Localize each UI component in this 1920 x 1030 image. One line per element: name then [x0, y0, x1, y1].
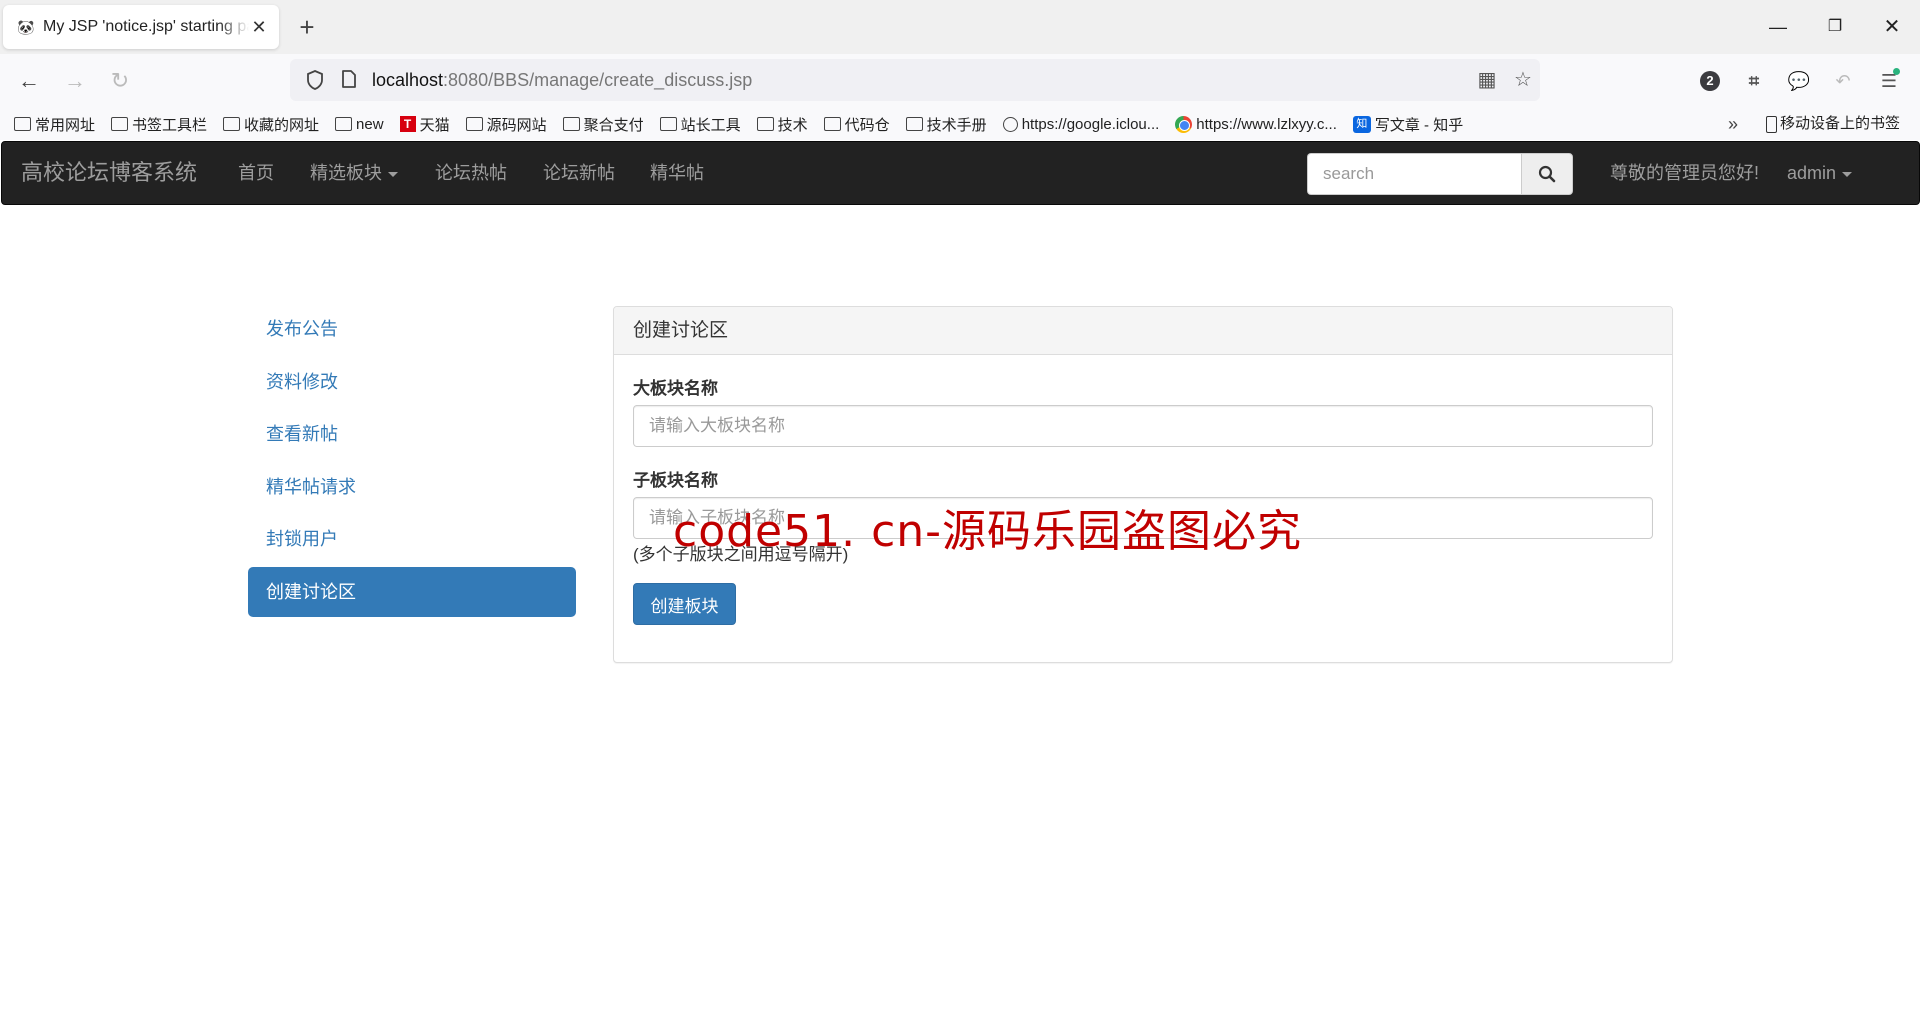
bookmark-item[interactable]: 聚合支付 [562, 114, 644, 135]
folder-icon [111, 117, 129, 131]
sidebar-item-publish-notice[interactable]: 发布公告 [248, 304, 576, 354]
create-discussion-panel: 创建讨论区 大板块名称 子板块名称 (多个子版块之间用逗号隔开) 创建板块 [613, 306, 1673, 663]
forward-icon[interactable]: → [60, 66, 90, 96]
globe-icon [1002, 116, 1018, 132]
folder-icon [465, 117, 483, 131]
tab-title: My JSP 'notice.jsp' starting page [43, 18, 249, 35]
close-tab-icon[interactable]: ✕ [249, 17, 269, 38]
subboard-name-input[interactable] [633, 497, 1653, 539]
undo-icon[interactable]: ↶ [1830, 68, 1856, 94]
bookmark-item[interactable]: 源码网站 [465, 114, 547, 135]
bookmark-item[interactable]: 收藏的网址 [223, 114, 319, 135]
sidebar-item-create-discussion[interactable]: 创建讨论区 [248, 566, 576, 617]
folder-icon [905, 117, 923, 131]
tmall-icon: T [399, 116, 416, 132]
site-navbar: 高校论坛博客系统 首页 精选板块 论坛热帖 论坛新帖 精华帖 尊敬的管理员您好!… [1, 141, 1920, 205]
folder-icon [335, 117, 353, 131]
folder-icon [14, 117, 31, 131]
bookmark-star-icon[interactable]: ☆ [1512, 69, 1534, 91]
mobile-bookmarks[interactable]: 移动设备上的书签 [1766, 108, 1900, 140]
nav-home[interactable]: 首页 [238, 142, 274, 204]
url-text[interactable]: localhost:8080/BBS/manage/create_discuss… [372, 70, 752, 91]
sidebar-item-edit-profile[interactable]: 资料修改 [248, 357, 576, 407]
admin-sidebar: 发布公告 资料修改 查看新帖 精华帖请求 封锁用户 创建讨论区 [248, 304, 576, 619]
address-bar[interactable]: localhost:8080/BBS/manage/create_discuss… [290, 59, 1540, 101]
menu-icon[interactable]: ☰ [1876, 68, 1902, 94]
back-icon[interactable]: ← [14, 66, 44, 96]
bookmark-item[interactable]: 常用网址 [14, 114, 95, 135]
bookmark-item[interactable]: 站长工具 [659, 114, 741, 135]
folder-icon [562, 117, 580, 131]
search-form [1307, 153, 1573, 195]
bookmark-item[interactable]: 书签工具栏 [111, 114, 207, 135]
caret-down-icon [388, 171, 398, 177]
bookmark-item[interactable]: 代码仓 [823, 114, 890, 135]
sidebar-item-ban-users[interactable]: 封锁用户 [248, 514, 576, 564]
bookmark-item[interactable]: https://google.iclou... [1002, 116, 1159, 133]
browser-tab-bar: 🐼 My JSP 'notice.jsp' starting page ✕ + … [0, 0, 1920, 54]
bookmark-item[interactable]: 技术手册 [905, 114, 987, 135]
browser-tab[interactable]: 🐼 My JSP 'notice.jsp' starting page ✕ [3, 5, 279, 49]
admin-greeting: 尊敬的管理员您好! [1610, 163, 1760, 183]
subboard-name-label: 子板块名称 [633, 471, 718, 490]
crop-icon[interactable]: ⌗ [1741, 68, 1767, 94]
caret-down-icon [1842, 171, 1853, 177]
folder-icon [223, 117, 241, 131]
bookmark-item[interactable]: https://www.lzlxyy.c... [1175, 115, 1337, 133]
reload-icon[interactable]: ↻ [105, 66, 135, 96]
browser-toolbar: ← → ↻ localhost:8080/BBS/manage/create_d… [0, 54, 1920, 108]
site-brand[interactable]: 高校论坛博客系统 [21, 142, 197, 204]
bookmark-item[interactable]: T 天猫 [399, 114, 450, 135]
panda-favicon-icon: 🐼 [17, 19, 35, 35]
bookmark-item[interactable]: 技术 [756, 114, 808, 135]
search-icon [1538, 165, 1556, 183]
bookmark-item[interactable]: new [335, 116, 384, 133]
folder-icon [756, 117, 774, 131]
board-name-label: 大板块名称 [633, 379, 718, 398]
zhihu-icon: 知 [1352, 115, 1371, 133]
chat-bubble-icon[interactable]: 💬 [1786, 68, 1812, 94]
chrome-icon [1175, 115, 1193, 133]
restore-icon[interactable]: ❐ [1807, 10, 1863, 44]
folder-icon [659, 117, 677, 131]
close-window-icon[interactable]: ✕ [1864, 10, 1920, 44]
nav-featured-boards-dropdown[interactable]: 精选板块 [310, 142, 398, 204]
panel-title: 创建讨论区 [614, 307, 1672, 355]
nav-essence-posts[interactable]: 精华帖 [650, 142, 704, 204]
new-tab-button[interactable]: + [292, 12, 322, 42]
extension-badge[interactable]: 2 [1697, 68, 1723, 94]
phone-icon [1766, 115, 1777, 133]
minimize-icon[interactable]: — [1750, 10, 1806, 44]
user-dropdown[interactable]: admin [1787, 142, 1853, 204]
search-button[interactable] [1521, 153, 1573, 195]
update-dot [1893, 68, 1900, 75]
page-icon [338, 69, 360, 91]
search-input[interactable] [1307, 153, 1521, 195]
qr-code-icon[interactable]: ▦ [1476, 69, 1498, 91]
more-bookmarks-icon[interactable]: » [1728, 108, 1738, 140]
board-name-input[interactable] [633, 405, 1653, 447]
nav-new-posts[interactable]: 论坛新帖 [543, 142, 615, 204]
sidebar-item-view-new-posts[interactable]: 查看新帖 [248, 409, 576, 459]
bookmark-item[interactable]: 知写文章 - 知乎 [1352, 114, 1463, 135]
sidebar-item-essence-requests[interactable]: 精华帖请求 [248, 462, 576, 512]
folder-icon [823, 117, 841, 131]
nav-hot-posts[interactable]: 论坛热帖 [435, 142, 507, 204]
subboard-help-text: (多个子版块之间用逗号隔开) [633, 545, 849, 564]
create-board-button[interactable]: 创建板块 [633, 583, 736, 625]
shield-icon[interactable] [304, 69, 326, 91]
bookmarks-bar: 常用网址 书签工具栏 收藏的网址 new T 天猫 源码网站 聚合支付 站长工具 … [0, 108, 1920, 140]
